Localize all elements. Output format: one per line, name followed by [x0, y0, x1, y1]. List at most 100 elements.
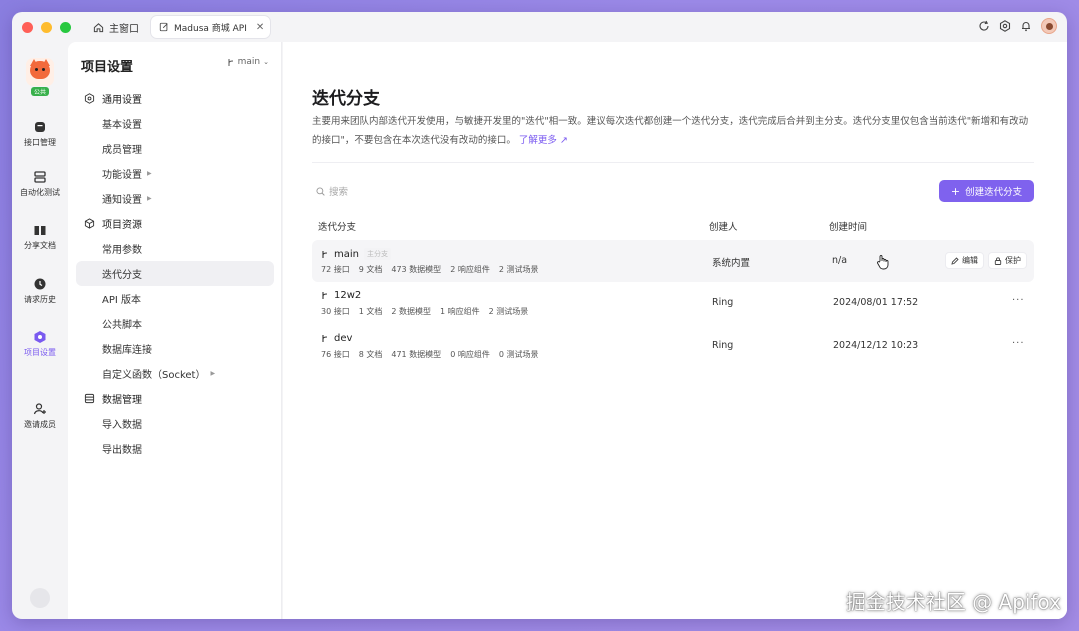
- branch-selector[interactable]: main ⌄: [227, 57, 269, 67]
- add-user-icon: [33, 403, 46, 415]
- tab-home[interactable]: 主窗口: [93, 20, 139, 35]
- creator: Ring: [712, 297, 734, 308]
- minimize-window-button[interactable]: [41, 21, 52, 33]
- menu-item-label: 功能设置: [102, 170, 142, 181]
- menu-item-custom-functions[interactable]: 自定义函数（Socket） ▶: [76, 361, 274, 386]
- project-visibility-badge: 公共: [31, 87, 50, 96]
- stat-apis: 76 接口: [321, 350, 350, 359]
- search-input[interactable]: 搜索: [316, 184, 348, 198]
- user-avatar[interactable]: [1041, 18, 1057, 34]
- menu-item-common-params[interactable]: 常用参数: [76, 236, 274, 261]
- stat-apis: 72 接口: [321, 265, 350, 274]
- protect-button[interactable]: 保护: [988, 252, 1027, 269]
- tab-project-api[interactable]: Madusa 商城 API ✕: [151, 16, 271, 38]
- search-icon: [316, 186, 325, 196]
- table-row[interactable]: dev 76 接口 8 文档 471 数据模型 0 响应组件 0 测试场景 Ri…: [312, 325, 1034, 367]
- column-header-branch[interactable]: 迭代分支: [318, 219, 356, 233]
- row-actions: 编辑 保护: [945, 252, 1027, 269]
- main-branch-tag: 主分支: [364, 248, 391, 260]
- menu-item-api-version[interactable]: API 版本: [76, 286, 274, 311]
- creator: Ring: [712, 340, 734, 351]
- edit-doc-icon: [159, 22, 168, 32]
- settings-hex-icon: [34, 331, 46, 343]
- column-header-created-at[interactable]: 创建时间: [829, 219, 867, 233]
- menu-item-public-scripts[interactable]: 公共脚本: [76, 311, 274, 336]
- main-content: 迭代分支 主要用来团队内部迭代开发使用，与敏捷开发里的"迭代"相一致。建议每次迭…: [283, 42, 1067, 619]
- menu-item-label: 数据库连接: [102, 345, 152, 356]
- menu-item-label: 公共脚本: [102, 320, 142, 331]
- rail-item-project-settings[interactable]: 项目设置: [12, 330, 68, 358]
- edit-label: 编辑: [962, 256, 978, 265]
- menu-item-basic-settings[interactable]: 基本设置: [76, 111, 274, 136]
- refresh-icon[interactable]: [978, 20, 990, 32]
- caret-right-icon: ▶: [147, 195, 152, 202]
- more-actions-button[interactable]: ···: [1012, 295, 1025, 306]
- edit-button[interactable]: 编辑: [945, 252, 984, 269]
- rail-item-api-management[interactable]: 接口管理: [12, 120, 68, 148]
- rail-item-automation-test[interactable]: 自动化测试: [12, 170, 68, 198]
- watermark: 掘金技术社区 @ Apifox: [845, 590, 1061, 614]
- stat-components: 1 响应组件: [440, 307, 480, 316]
- menu-item-member-management[interactable]: 成员管理: [76, 136, 274, 161]
- branch-name-text: main: [334, 248, 359, 260]
- bell-icon[interactable]: [1020, 20, 1032, 32]
- home-icon: [93, 22, 104, 32]
- caret-right-icon: ▶: [147, 170, 152, 177]
- divider: [312, 162, 1034, 163]
- create-branch-button[interactable]: + 创建迭代分支: [939, 180, 1034, 202]
- menu-item-label: 成员管理: [102, 145, 142, 156]
- menu-item-label: 常用参数: [102, 245, 142, 256]
- stat-docs: 9 文档: [358, 265, 383, 274]
- branch-icon: [228, 58, 233, 66]
- branch-selector-label: main: [237, 57, 261, 67]
- menu-item-label: 迭代分支: [102, 270, 142, 281]
- menu-item-label: API 版本: [102, 295, 141, 306]
- created-time: 2024/08/01 17:52: [833, 297, 919, 308]
- project-logo[interactable]: [26, 58, 54, 86]
- plus-icon: +: [950, 184, 961, 198]
- rail-item-share-docs[interactable]: 分享文档: [12, 223, 68, 251]
- rail-item-invite-members[interactable]: 邀请成员: [12, 402, 68, 430]
- close-tab-icon[interactable]: ✕: [256, 22, 264, 33]
- branch-name-text: 12w2: [334, 290, 362, 301]
- branch-name: 12w2: [321, 290, 361, 301]
- stat-models: 2 数据模型: [391, 307, 432, 316]
- branch-name: main 主分支: [321, 248, 391, 260]
- menu-item-notification-settings[interactable]: 通知设置 ▶: [76, 186, 274, 211]
- stat-docs: 8 文档: [358, 350, 383, 359]
- menu-item-feature-settings[interactable]: 功能设置 ▶: [76, 161, 274, 186]
- branch-icon: [322, 250, 328, 258]
- search-placeholder: 搜索: [329, 187, 349, 198]
- table-row[interactable]: 12w2 30 接口 1 文档 2 数据模型 1 响应组件 2 测试场景 Rin…: [312, 282, 1034, 324]
- menu-item-import-data[interactable]: 导入数据: [76, 411, 274, 436]
- menu-group-label: 通用设置: [102, 95, 142, 106]
- stat-scenarios: 2 测试场景: [488, 307, 529, 316]
- settings-title: 项目设置: [81, 60, 134, 75]
- learn-more-link[interactable]: 了解更多 ↗: [519, 135, 568, 146]
- stat-docs: 1 文档: [358, 307, 383, 316]
- rail-label: 分享文档: [24, 241, 56, 250]
- apifox-logo-icon: [30, 588, 50, 608]
- lock-icon: [994, 256, 1002, 265]
- menu-item-export-data[interactable]: 导出数据: [76, 436, 274, 461]
- menu-item-label: 基本设置: [102, 120, 142, 131]
- column-header-creator[interactable]: 创建人: [709, 219, 738, 233]
- close-window-button[interactable]: [22, 21, 33, 33]
- menu-group-resources: 项目资源: [76, 211, 274, 236]
- rail-label: 接口管理: [24, 138, 56, 147]
- menu-group-data: 数据管理: [76, 386, 274, 411]
- branch-name: dev: [321, 333, 352, 344]
- stat-components: 0 响应组件: [450, 350, 490, 359]
- settings-icon[interactable]: [999, 20, 1011, 32]
- more-actions-button[interactable]: ···: [1012, 338, 1025, 349]
- chevron-down-icon: ⌄: [263, 58, 269, 66]
- menu-item-iteration-branch[interactable]: 迭代分支: [76, 261, 274, 286]
- menu-item-database-connection[interactable]: 数据库连接: [76, 336, 274, 361]
- rail-item-request-history[interactable]: 请求历史: [12, 277, 68, 305]
- gear-icon: [84, 93, 95, 104]
- table-row[interactable]: main 主分支 72 接口 9 文档 473 数据模型 2 响应组件 2 测试…: [312, 240, 1034, 282]
- clock-icon: [34, 278, 46, 290]
- maximize-window-button[interactable]: [60, 21, 71, 33]
- stat-components: 2 响应组件: [450, 265, 490, 274]
- stat-scenarios: 2 测试场景: [498, 265, 539, 274]
